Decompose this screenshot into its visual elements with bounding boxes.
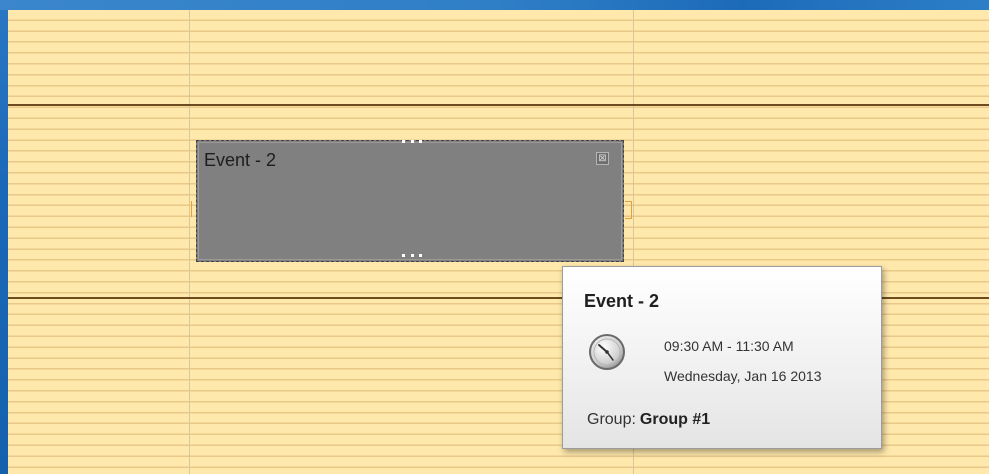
app-frame: Event - 2 ⊠ Event - 2 09:30 AM - 11:30 A… <box>0 0 989 474</box>
event-title: Event - 2 <box>204 150 277 170</box>
tooltip-group: Group: Group #1 <box>587 411 710 429</box>
window-top-strip <box>0 0 989 10</box>
column-divider <box>189 10 190 474</box>
tooltip-title: Event - 2 <box>584 291 660 311</box>
selection-marker-right <box>625 201 632 219</box>
tooltip-date: Wednesday, Jan 16 2013 <box>664 368 822 384</box>
close-icon[interactable]: ⊠ <box>596 152 609 165</box>
event-tooltip: Event - 2 09:30 AM - 11:30 AM Wednesday,… <box>562 266 882 449</box>
hour-separator <box>8 104 989 106</box>
resize-handle-top[interactable] <box>402 140 422 144</box>
clock-icon <box>589 334 625 370</box>
tooltip-group-value: Group #1 <box>639 411 711 428</box>
appointment-event[interactable]: Event - 2 ⊠ <box>196 140 624 262</box>
tooltip-group-label: Group: <box>587 411 636 428</box>
resize-handle-bottom[interactable] <box>402 254 422 258</box>
tooltip-time-range: 09:30 AM - 11:30 AM <box>664 338 794 354</box>
